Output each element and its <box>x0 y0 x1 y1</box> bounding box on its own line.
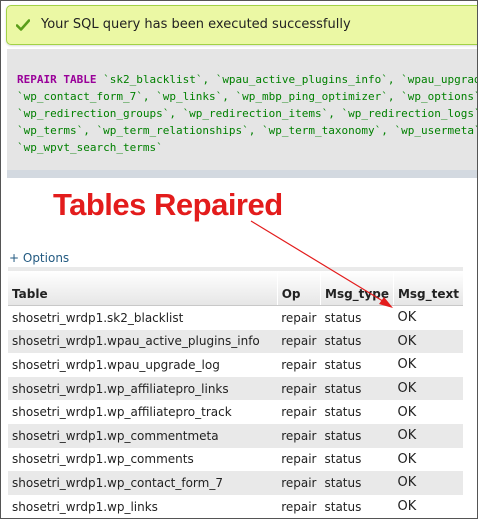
table-row[interactable]: shosetri_wrdp1.wpau_active_plugins_info … <box>8 329 463 354</box>
results-table: Table Op Msg_type Msg_text shosetri_wrdp… <box>8 267 463 518</box>
cell-op: repair <box>277 353 321 377</box>
cell-msg-text: OK <box>393 400 463 424</box>
cell-msg-text: OK <box>393 376 463 401</box>
cell-table: shosetri_wrdp1.wpau_upgrade_log <box>8 353 278 377</box>
cell-op: repair <box>277 329 321 354</box>
cell-table: shosetri_wrdp1.wp_commentmeta <box>8 423 278 448</box>
cell-op: repair <box>277 447 321 472</box>
cell-msg-text: OK <box>393 494 463 518</box>
results-header-row: Table Op Msg_type Msg_text <box>8 267 463 306</box>
cell-table: shosetri_wrdp1.sk2_blacklist <box>8 305 278 330</box>
cell-msg-text: OK <box>393 305 463 330</box>
table-row[interactable]: shosetri_wrdp1.wp_affiliatepro_track rep… <box>8 400 463 424</box>
cell-msg-type: status <box>320 353 394 377</box>
cell-table: shosetri_wrdp1.wp_affiliatepro_track <box>8 400 278 424</box>
annotation-label: Tables Repaired <box>53 187 283 222</box>
table-row[interactable]: shosetri_wrdp1.wp_comments repair status… <box>8 447 463 472</box>
cell-msg-text: OK <box>393 471 463 495</box>
success-message-box: Your SQL query has been executed success… <box>6 5 477 45</box>
sql-line-4: `wp_terms`, `wp_term_relationships`, `wp… <box>17 124 478 137</box>
cell-op: repair <box>277 305 321 330</box>
cell-msg-type: status <box>320 376 394 401</box>
column-header-table[interactable]: Table <box>8 267 278 306</box>
sql-query-text: REPAIR TABLE `sk2_blacklist`, `wpau_acti… <box>17 71 478 156</box>
cell-msg-type: status <box>320 329 394 354</box>
cell-table: shosetri_wrdp1.wp_contact_form_7 <box>8 471 278 495</box>
cell-op: repair <box>277 376 321 401</box>
cell-table: shosetri_wrdp1.wp_comments <box>8 447 278 472</box>
sql-line-5: `wp_wpvt_search_terms` <box>17 141 163 154</box>
options-link[interactable]: + Options <box>9 251 69 265</box>
cell-op: repair <box>277 400 321 424</box>
sql-query-box: REPAIR TABLE `sk2_blacklist`, `wpau_acti… <box>7 49 478 178</box>
column-header-msg-text[interactable]: Msg_text <box>392 267 463 306</box>
table-row[interactable]: shosetri_wrdp1.wpau_upgrade_log repair s… <box>8 353 463 377</box>
cell-msg-text: OK <box>393 447 463 472</box>
cell-msg-type: status <box>320 400 394 424</box>
column-header-op[interactable]: Op <box>276 267 321 306</box>
cell-table: shosetri_wrdp1.wp_links <box>8 494 278 518</box>
cell-msg-text: OK <box>393 353 463 377</box>
cell-table: shosetri_wrdp1.wp_affiliatepro_links <box>8 376 278 401</box>
phpmyadmin-results-panel: Your SQL query has been executed success… <box>0 0 478 519</box>
table-row[interactable]: shosetri_wrdp1.wp_commentmeta repair sta… <box>8 423 463 448</box>
sql-line-1: `sk2_blacklist`, `wpau_active_plugins_in… <box>103 73 477 86</box>
column-header-msg-type[interactable]: Msg_type <box>320 267 394 306</box>
sql-line-3: `wp_redirection_groups`, `wp_redirection… <box>17 107 478 120</box>
table-row[interactable]: shosetri_wrdp1.wp_links repair status OK <box>8 494 463 518</box>
table-row[interactable]: shosetri_wrdp1.wp_affiliatepro_links rep… <box>8 376 463 401</box>
success-message-text: Your SQL query has been executed success… <box>41 17 351 32</box>
cell-msg-type: status <box>320 305 394 330</box>
sql-keyword: REPAIR TABLE <box>17 73 97 86</box>
cell-msg-type: status <box>320 423 394 448</box>
cell-table: shosetri_wrdp1.wpau_active_plugins_info <box>8 329 278 354</box>
cell-msg-text: OK <box>393 423 463 448</box>
cell-op: repair <box>277 423 321 448</box>
cell-op: repair <box>277 471 321 495</box>
sql-line-2: `wp_contact_form_7`, `wp_links`, `wp_mbp… <box>17 90 478 103</box>
check-icon <box>16 19 30 31</box>
cell-msg-type: status <box>320 447 394 472</box>
cell-op: repair <box>277 494 321 518</box>
table-row[interactable]: shosetri_wrdp1.wp_contact_form_7 repair … <box>8 471 463 495</box>
cell-msg-type: status <box>320 494 394 518</box>
cell-msg-type: status <box>320 471 394 495</box>
table-row[interactable]: shosetri_wrdp1.sk2_blacklist repair stat… <box>8 305 463 330</box>
cell-msg-text: OK <box>393 329 463 354</box>
